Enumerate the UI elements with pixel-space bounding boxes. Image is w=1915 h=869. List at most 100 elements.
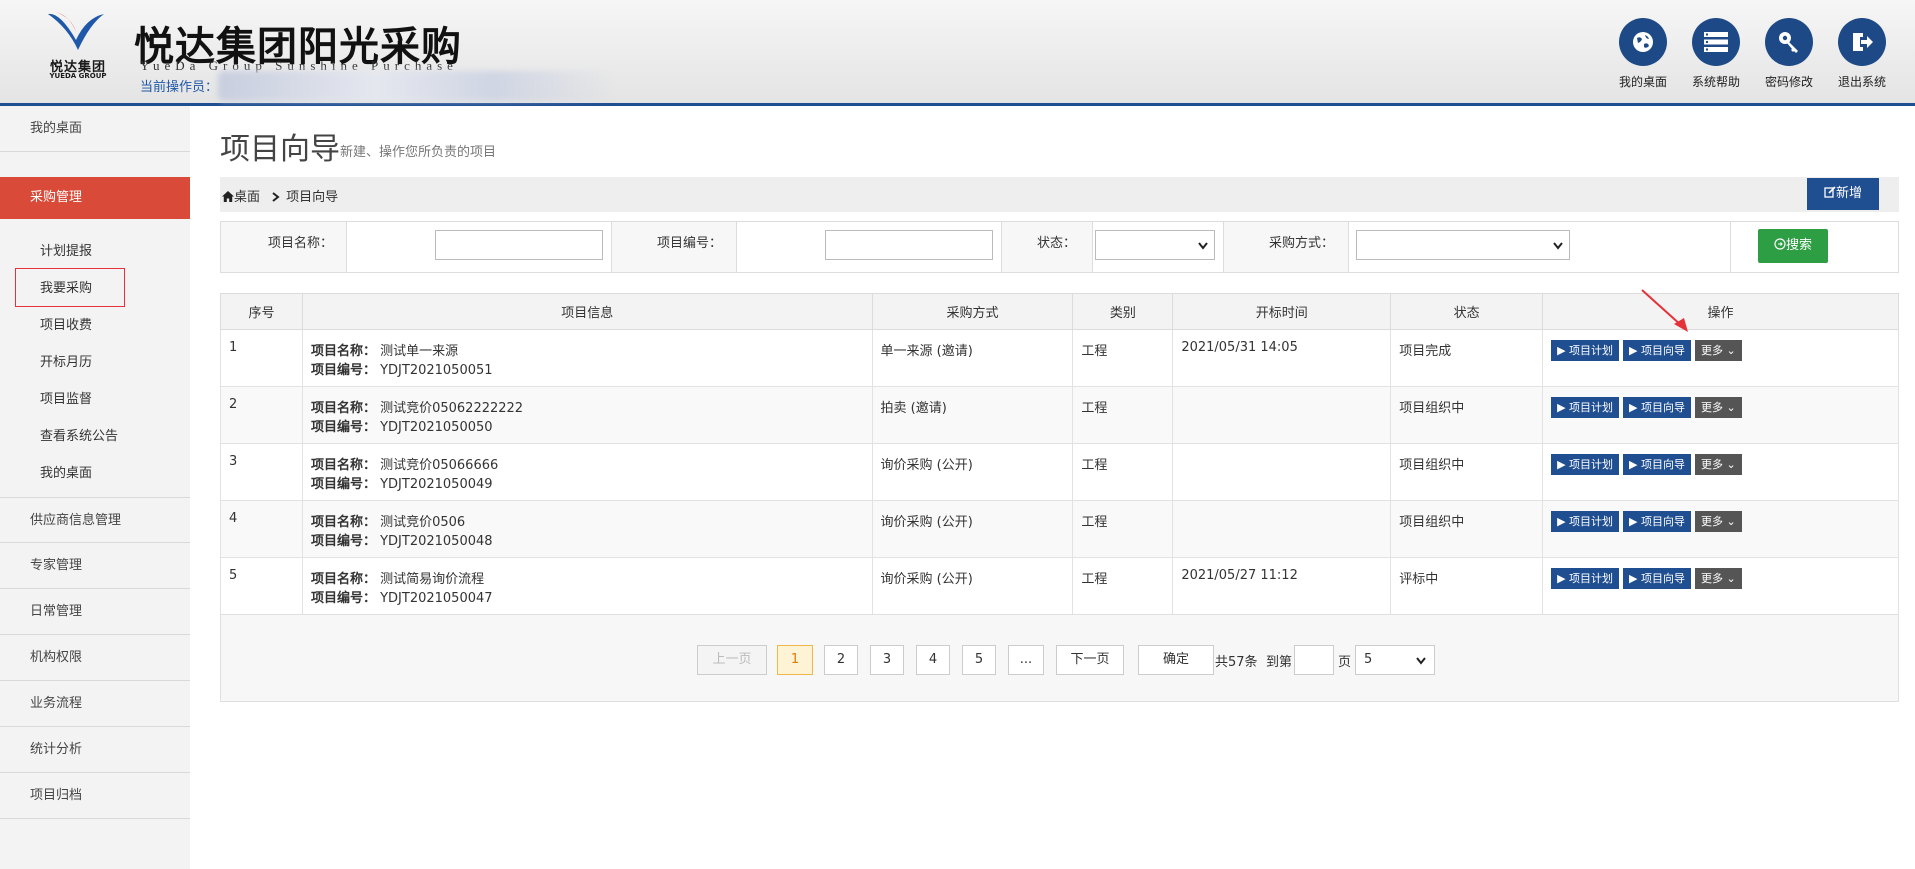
sidebar-sub-notices[interactable]: 查看系统公告 [40,425,118,444]
yueda-logo-icon [48,12,104,50]
project-name: 测试单一来源 [380,344,459,359]
col-no: 序号 [220,293,303,330]
search-method-select[interactable] [1356,230,1570,260]
project-guide-button[interactable]: ▶ 项目向导 [1623,454,1691,475]
sidebar-sub-fees[interactable]: 项目收费 [40,314,92,333]
search-code-label: 项目编号： [657,236,723,251]
more-button[interactable]: 更多 ⌄ [1695,568,1742,589]
page-size-select[interactable]: 5 [1355,645,1435,675]
home-icon [222,191,234,202]
help-button[interactable]: 系统帮助 [1691,18,1741,90]
logo-en: YUEDA GROUP [49,72,107,80]
prev-page-button[interactable]: 上一页 [697,645,767,675]
page-title: 项目向导 [220,132,340,167]
sidebar-sub-calendar[interactable]: 开标月历 [40,351,92,370]
project-code: YDJT2021050050 [380,420,493,435]
sidebar-item-purchase[interactable]: 采购管理 [0,177,190,219]
more-button[interactable]: 更多 ⌄ [1695,454,1742,475]
pagination: 上一页 1 2 3 4 5 ... 下一页 确定 共57条 到第 页 5 [220,614,1899,702]
project-name: 测试简易询价流程 [380,572,485,587]
search-name-label: 项目名称： [268,236,334,251]
page-3-button[interactable]: 3 [870,645,904,675]
page-subtitle: 新建、操作您所负责的项目 [340,145,497,160]
project-code: YDJT2021050048 [380,534,493,549]
project-code: YDJT2021050047 [380,591,493,606]
goto-label: 到第 [1266,655,1293,670]
logout-icon [1853,33,1873,51]
breadcrumb-current: 项目向导 [286,190,339,205]
col-info: 项目信息 [301,293,873,330]
search-icon [1774,238,1786,250]
breadcrumb-bar: 桌面 项目向导 新增 [220,177,1899,212]
project-plan-button[interactable]: ▶ 项目计划 [1551,568,1620,589]
table-row: 3 项目名称： 测试竞价05066666 项目编号： YDJT2021050049… [220,443,1899,501]
chevron-down-icon [1553,242,1563,250]
sidebar-item-stats[interactable]: 统计分析 [0,727,190,773]
project-plan-button[interactable]: ▶ 项目计划 [1551,397,1620,418]
sidebar-item-permission[interactable]: 机构权限 [0,635,190,681]
page-ellipsis: ... [1008,645,1044,675]
header: 悦达集团 YUEDA GROUP 悦达集团阳光采购 YueDa Group Su… [0,0,1915,106]
sidebar: 我的桌面 采购管理 计划提报 我要采购 项目收费 开标月历 项目监督 查看系统公… [0,106,190,869]
chevron-down-icon [1416,657,1426,665]
sidebar-sub-desktop[interactable]: 我的桌面 [40,462,92,481]
page-5-button[interactable]: 5 [962,645,996,675]
page-2-button[interactable]: 2 [824,645,858,675]
page-4-button[interactable]: 4 [916,645,950,675]
table-row: 5 项目名称： 测试简易询价流程 项目编号： YDJT2021050047 询价采… [220,557,1899,615]
project-guide-button[interactable]: ▶ 项目向导 [1623,511,1691,532]
project-guide-button[interactable]: ▶ 项目向导 [1623,568,1691,589]
add-button[interactable]: 新增 [1807,178,1879,210]
operator-redacted [218,71,613,101]
project-guide-button[interactable]: ▶ 项目向导 [1623,340,1691,361]
top-buttons: 我的桌面 系统帮助 密码修改 退出系统 [1618,18,1887,90]
search-name-input[interactable] [435,230,603,260]
logo: 悦达集团 YUEDA GROUP [40,10,112,80]
sidebar-item-desktop[interactable]: 我的桌面 [0,106,190,152]
sidebar-item-archive[interactable]: 项目归档 [0,773,190,819]
chevron-down-icon [1198,242,1208,250]
search-bar: 项目名称： 项目编号： 状态： 采购方式： 搜索 [220,221,1899,273]
key-icon [1779,32,1798,53]
confirm-button[interactable]: 确定 [1138,645,1214,675]
table-row: 1 项目名称： 测试单一来源 项目编号： YDJT2021050051 单一来源 … [220,329,1899,387]
project-code: YDJT2021050049 [380,477,493,492]
col-time: 开标时间 [1172,293,1392,330]
next-page-button[interactable]: 下一页 [1056,645,1124,675]
operator-label: 当前操作员： [140,80,219,95]
col-status: 状态 [1390,293,1544,330]
table-row: 4 项目名称： 测试竞价0506 项目编号： YDJT2021050048 询价采… [220,500,1899,558]
page-unit-label: 页 [1338,655,1352,670]
more-button[interactable]: 更多 ⌄ [1695,511,1742,532]
page-1-button[interactable]: 1 [777,645,813,675]
sidebar-sub-plan[interactable]: 计划提报 [40,240,92,259]
project-plan-button[interactable]: ▶ 项目计划 [1551,511,1620,532]
desktop-button[interactable]: 我的桌面 [1618,18,1668,90]
chevron-right-icon [272,192,280,202]
project-code: YDJT2021050051 [380,363,493,378]
sidebar-sub-supervise[interactable]: 项目监督 [40,388,92,407]
project-table: 序号 项目信息 采购方式 类别 开标时间 状态 操作 1 项目名称： 测试单一来… [220,293,1899,615]
breadcrumb-home[interactable]: 桌面 [234,190,260,205]
search-code-input[interactable] [825,230,993,260]
password-button[interactable]: 密码修改 [1764,18,1814,90]
col-ops: 操作 [1542,293,1899,330]
search-status-select[interactable] [1095,230,1215,260]
goto-page-input[interactable] [1294,645,1334,675]
breadcrumb: 桌面 项目向导 [222,186,338,205]
sidebar-item-workflow[interactable]: 业务流程 [0,681,190,727]
edit-icon [1824,186,1836,198]
logout-button[interactable]: 退出系统 [1837,18,1887,90]
sidebar-item-expert[interactable]: 专家管理 [0,543,190,589]
col-method: 采购方式 [871,293,1074,330]
project-plan-button[interactable]: ▶ 项目计划 [1551,454,1620,475]
search-button[interactable]: 搜索 [1758,229,1828,263]
more-button[interactable]: 更多 ⌄ [1695,397,1742,418]
search-method-label: 采购方式： [1269,236,1335,251]
more-button[interactable]: 更多 ⌄ [1695,340,1742,361]
sidebar-item-supplier[interactable]: 供应商信息管理 [0,497,190,543]
project-plan-button[interactable]: ▶ 项目计划 [1551,340,1620,361]
total-count: 共57条 [1215,655,1258,670]
sidebar-item-daily[interactable]: 日常管理 [0,589,190,635]
project-guide-button[interactable]: ▶ 项目向导 [1623,397,1691,418]
